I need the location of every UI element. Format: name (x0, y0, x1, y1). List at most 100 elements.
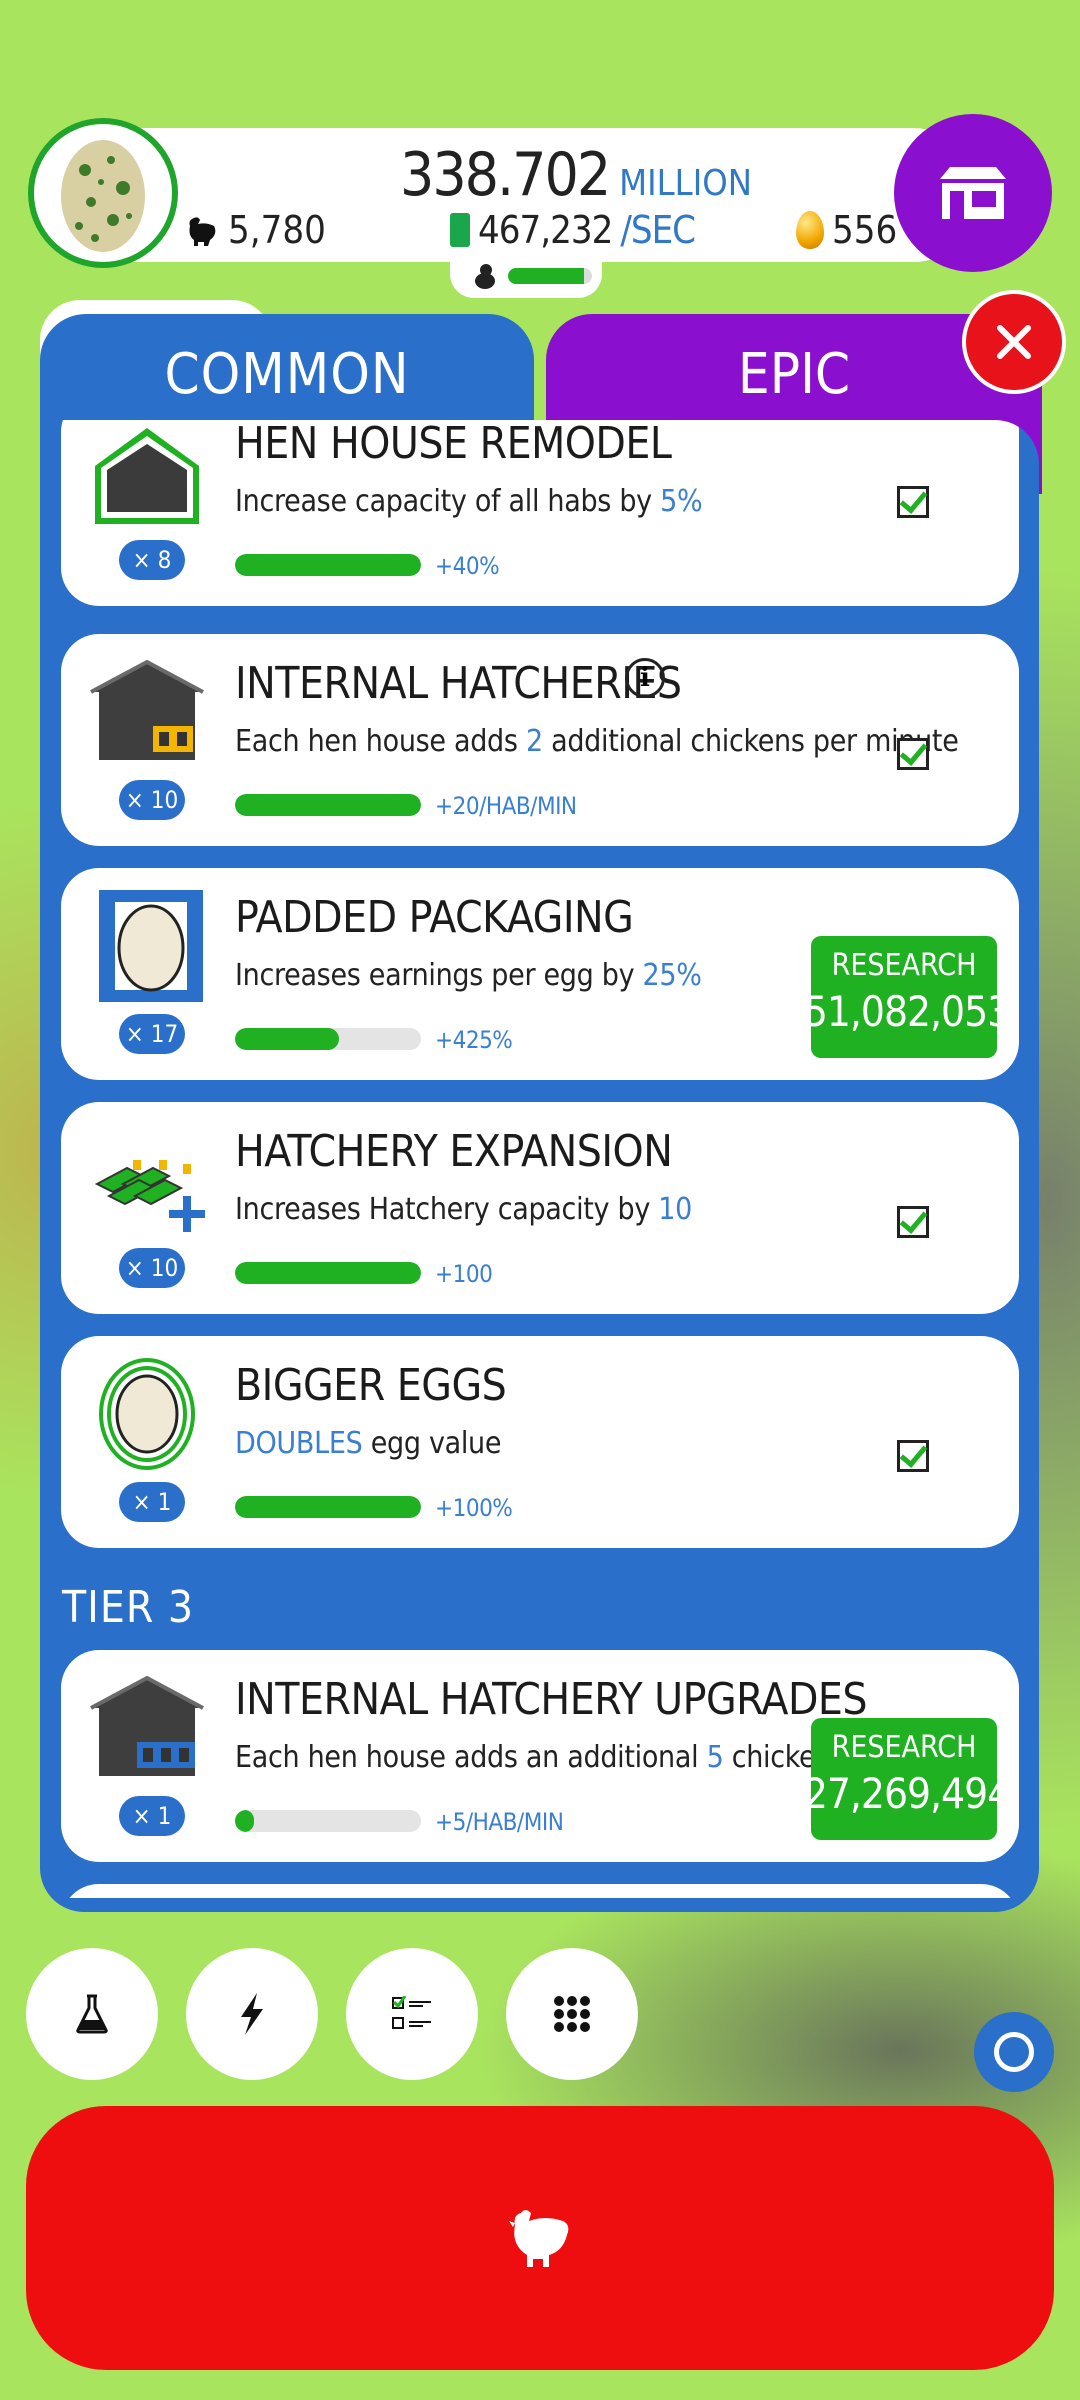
completed-checkbox-icon (897, 1206, 929, 1238)
research-bonus: +40% (435, 552, 500, 580)
desc-highlight: 10 (658, 1192, 693, 1227)
research-desc: Increases earnings per egg by 25% (235, 958, 702, 993)
research-cost: 27,269,494 (804, 1769, 1011, 1818)
research-progress-bar (235, 1262, 421, 1284)
flask-icon (76, 1994, 108, 2034)
more-menu-button[interactable] (506, 1948, 638, 2080)
tab-common-label: COMMON (164, 341, 410, 407)
research-menu-button[interactable] (26, 1948, 158, 2080)
research-level-badge: × 10 (119, 780, 185, 820)
tier-label: TIER 3 (62, 1582, 195, 1633)
research-button[interactable]: RESEARCH 51,082,053 (804, 936, 1011, 1058)
egg-avatar-icon[interactable] (28, 118, 178, 268)
hatch-progress-pill (450, 258, 602, 298)
camera-toggle-button[interactable] (974, 2012, 1054, 2092)
research-level-badge: × 8 (119, 540, 185, 580)
research-progress-fill (235, 1262, 421, 1284)
research-title: BIGGER EGGS (235, 1360, 507, 1411)
completed-checkbox-icon (897, 486, 929, 518)
research-card[interactable]: HEN HOUSE REMODEL Increase capacity of a… (61, 420, 1019, 606)
research-title: HEN HOUSE REMODEL (235, 420, 672, 469)
research-title: PADDED PACKAGING (235, 892, 634, 943)
shop-icon (940, 167, 1006, 219)
research-level-badge: × 1 (119, 1482, 185, 1522)
hen-house-icon (90, 659, 204, 760)
close-button[interactable] (962, 290, 1066, 394)
info-icon[interactable]: i (625, 658, 665, 698)
desc-highlight: 5% (660, 484, 703, 519)
research-card[interactable]: BIGGER EGGS DOUBLES egg value × 1 +100% (61, 1336, 1019, 1548)
hen-house-upgrade-icon (90, 1675, 204, 1776)
research-progress-bar (235, 1496, 421, 1518)
research-bonus: +100% (435, 1494, 513, 1522)
hatch-progress-fill (508, 268, 584, 284)
tab-common[interactable]: COMMON (40, 314, 534, 434)
research-level-badge: × 17 (119, 1014, 185, 1054)
research-cost: 51,082,053 (804, 987, 1011, 1036)
research-desc: Each hen house adds 2 additional chicken… (235, 724, 959, 759)
research-level-badge: × 10 (119, 1248, 185, 1288)
desc-text: egg value (362, 1426, 502, 1461)
money-display: 338.702 MILLION (390, 140, 752, 210)
completed-checkbox-icon (897, 1440, 929, 1472)
shop-button[interactable] (894, 114, 1052, 272)
research-card[interactable]: INTERNAL HATCHERIES i Each hen house add… (61, 634, 1019, 846)
cash-icon (450, 213, 470, 247)
desc-text: Each hen house adds an additional (235, 1740, 707, 1775)
research-card[interactable]: PADDED PACKAGING Increases earnings per … (61, 868, 1019, 1080)
research-button-label: RESEARCH (831, 1730, 977, 1765)
research-progress-fill (235, 1810, 254, 1832)
research-progress-fill (235, 794, 421, 816)
research-bonus: +425% (435, 1026, 513, 1054)
money-unit: MILLION (619, 163, 752, 204)
research-bonus: +100 (435, 1260, 493, 1288)
research-progress-bar (235, 1028, 421, 1050)
desc-highlight: DOUBLES (235, 1426, 363, 1461)
desc-highlight: 5 (706, 1740, 724, 1775)
completed-checkbox-icon (897, 738, 929, 770)
desc-highlight: 2 (525, 724, 543, 759)
research-title: HATCHERY EXPANSION (235, 1126, 673, 1177)
desc-text: Increases earnings per egg by (235, 958, 643, 993)
chicken-count-value: 5,780 (228, 208, 326, 252)
desc-text: Each hen house adds (235, 724, 526, 759)
research-progress-fill (235, 1028, 340, 1050)
desc-text: Increase capacity of all habs by (235, 484, 661, 519)
tab-epic-label: EPIC (737, 342, 851, 407)
research-progress-bar (235, 554, 421, 576)
golden-egg-count: 556 (796, 208, 897, 252)
research-card[interactable]: INTERNAL HATCHERY UPGRADES Each hen hous… (61, 1650, 1019, 1862)
rate-amount: 467,232 (478, 208, 613, 252)
checklist-icon (392, 1996, 431, 2029)
research-progress-fill (235, 554, 421, 576)
ring-icon (994, 2032, 1034, 2072)
research-bonus: +20/HAB/MIN (435, 792, 577, 820)
hatch-chicken-button[interactable] (26, 2106, 1054, 2370)
research-card[interactable]: HATCHERY EXPANSION Increases Hatchery ca… (61, 1102, 1019, 1314)
hen-house-icon (95, 428, 199, 524)
chick-icon (475, 264, 495, 289)
chicken-icon (189, 217, 216, 246)
research-progress-bar (235, 1810, 421, 1832)
boost-button[interactable] (186, 1948, 318, 2080)
golden-egg-icon (796, 211, 824, 249)
close-icon (997, 325, 1031, 359)
missions-button[interactable] (346, 1948, 478, 2080)
research-level-badge: × 1 (119, 1796, 185, 1836)
hatchery-expansion-icon (94, 1160, 205, 1232)
lightning-icon (241, 1993, 263, 2035)
research-cost-value: 27,269,494 (803, 1769, 1011, 1818)
research-progress-fill (235, 1496, 421, 1518)
research-button[interactable]: RESEARCH 27,269,494 (804, 1718, 1011, 1840)
desc-text: Increases Hatchery capacity by (235, 1192, 659, 1227)
research-progress-bar (235, 794, 421, 816)
bigger-egg-icon (99, 1358, 195, 1470)
chicken-hatch-icon (509, 2210, 569, 2267)
research-panel: HEN HOUSE REMODEL Increase capacity of a… (40, 420, 1039, 1912)
research-title: INTERNAL HATCHERY UPGRADES (235, 1674, 868, 1725)
research-card[interactable] (61, 1884, 1019, 1898)
research-desc: Increases Hatchery capacity by 10 (235, 1192, 692, 1227)
research-list[interactable]: HEN HOUSE REMODEL Increase capacity of a… (40, 420, 1039, 1898)
research-button-label: RESEARCH (831, 948, 977, 983)
golden-egg-value: 556 (832, 208, 898, 252)
